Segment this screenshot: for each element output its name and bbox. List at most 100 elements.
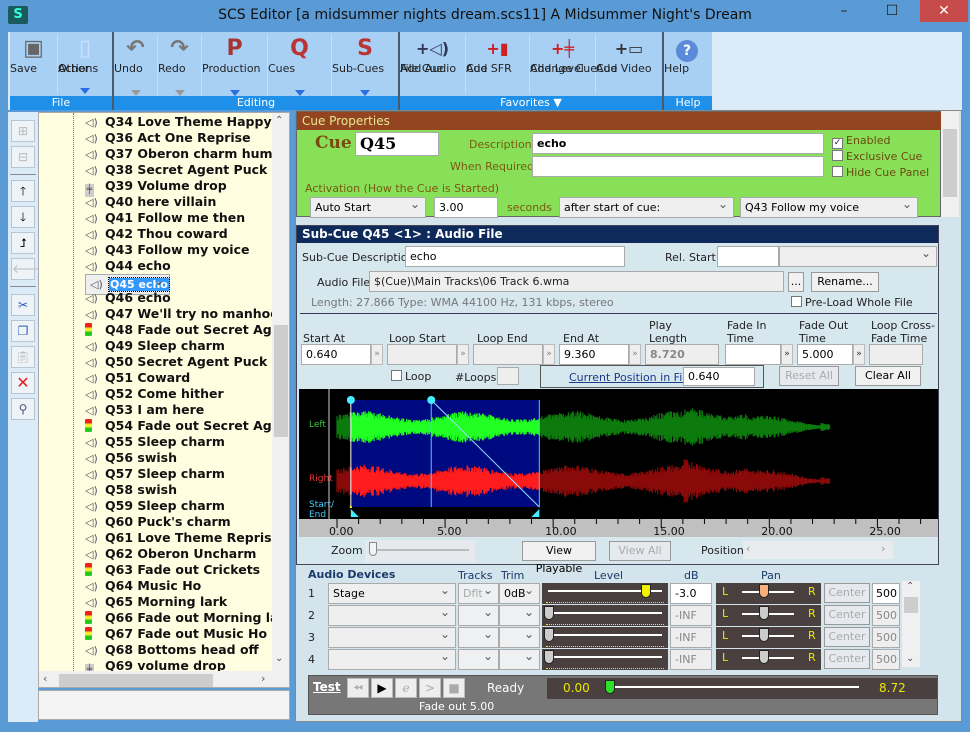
help-button[interactable]: ? Help xyxy=(664,34,710,94)
cue-tree-item[interactable]: ◁) Q40 here villain xyxy=(85,194,217,210)
end-at-input[interactable]: 9.360 xyxy=(559,344,629,365)
pan-center-button[interactable]: Center xyxy=(824,605,870,625)
trim-select[interactable] xyxy=(499,647,540,670)
enabled-checkbox[interactable]: ✓ Enabled xyxy=(832,134,890,149)
pan-value-input[interactable]: 500 xyxy=(872,627,900,648)
activation-relation-select[interactable]: after start of cue: xyxy=(559,195,734,218)
device-select[interactable]: Stage xyxy=(328,581,456,604)
cue-tree-item[interactable]: Q54 Fade out Secret Agent xyxy=(85,418,289,434)
expand-all-button[interactable]: ⊞ xyxy=(11,120,35,142)
cue-description-input[interactable]: echo xyxy=(532,133,824,154)
scroll-right-icon[interactable]: › xyxy=(261,672,265,685)
move-left-button[interactable]: 🡐 xyxy=(11,258,44,280)
copy-button[interactable]: ❐ xyxy=(11,320,35,342)
rel-start-select[interactable] xyxy=(779,244,937,267)
cue-tree-item[interactable]: ◁) Q59 Sleep charm xyxy=(85,498,226,514)
cue-tree-item[interactable]: ◁) Q42 Thou coward xyxy=(85,226,229,242)
add-video-cue-button[interactable]: +▭ Add Video Cue xyxy=(596,34,662,94)
loop-end-input[interactable] xyxy=(473,344,543,365)
move-out-button[interactable]: ⮥ xyxy=(11,232,35,254)
preload-whole-file-checkbox[interactable]: Pre-Load Whole File xyxy=(791,296,913,309)
play-button[interactable]: ▶ xyxy=(371,678,393,698)
cue-tree-item[interactable]: ╪ Q39 Volume drop xyxy=(85,178,228,197)
loops-input[interactable] xyxy=(497,367,519,385)
tracks-select[interactable] xyxy=(458,603,499,626)
move-down-button[interactable]: 🡓 xyxy=(11,206,35,228)
cue-tree-item[interactable]: ◁) Q64 Music Ho xyxy=(85,578,202,594)
pan-thumb[interactable] xyxy=(759,650,769,664)
cue-tree-item[interactable]: ◁) Q50 Secret Agent Puck xyxy=(85,354,268,370)
level-slider[interactable] xyxy=(542,627,668,648)
fade-out-input[interactable]: 5.000 xyxy=(797,344,853,365)
scroll-left-icon[interactable]: ‹ xyxy=(746,542,750,555)
fade-in-arrow-button[interactable]: » xyxy=(781,344,793,365)
cue-tree-item[interactable]: Q48 Fade out Secret Agent xyxy=(85,322,289,338)
device-select[interactable] xyxy=(328,603,456,626)
when-required-input[interactable] xyxy=(532,156,824,177)
current-position-input[interactable]: 0.640 xyxy=(683,367,755,386)
stop-button[interactable]: ■ xyxy=(443,678,465,698)
cue-tree-item[interactable]: ◁) Q34 Love Theme Happy xyxy=(85,114,273,130)
cue-tree-item[interactable]: ◁) Q37 Oberon charm human xyxy=(85,146,289,162)
scroll-thumb[interactable] xyxy=(943,129,957,197)
test-link[interactable]: Test xyxy=(313,680,341,694)
cue-tree-item[interactable]: ◁) Q36 Act One Reprise xyxy=(85,130,252,146)
add-level-change-cue-button[interactable]: +╪ Add Level Change Cue xyxy=(530,34,597,94)
cue-tree-item[interactable]: ◁) Q46 echo xyxy=(85,290,172,306)
level-thumb[interactable] xyxy=(544,628,554,642)
redo-button[interactable]: ↷ Redo xyxy=(158,34,202,96)
level-thumb[interactable] xyxy=(544,650,554,664)
tracks-select[interactable]: Dflt xyxy=(458,581,499,604)
cue-tree-item[interactable]: ◁) Q38 Secret Agent Puck xyxy=(85,162,268,178)
cue-tree-item[interactable]: ◁) Q65 Morning lark xyxy=(85,594,228,610)
scroll-left-icon[interactable]: ‹ xyxy=(43,672,47,685)
db-input[interactable]: -INF xyxy=(670,627,712,648)
scroll-down-icon[interactable]: ⌄ xyxy=(906,653,914,664)
paste-button[interactable]: 📋︎ xyxy=(11,346,35,368)
pan-value-input[interactable]: 500 xyxy=(872,649,900,670)
pan-slider[interactable]: L R xyxy=(716,583,821,604)
trim-select[interactable]: 0dB xyxy=(499,581,540,604)
cue-tree[interactable]: ◁) Q34 Love Theme Happy ◁) Q36 Act One Repr… xyxy=(38,112,290,688)
cue-tree-item[interactable]: ◁) Q43 Follow my voice xyxy=(85,242,250,258)
hide-cue-panel-checkbox[interactable]: Hide Cue Panel xyxy=(832,166,929,179)
trim-select[interactable] xyxy=(499,603,540,626)
audio-file-input[interactable]: $(Cue)\Main Tracks\06 Track 6.wma xyxy=(369,271,784,292)
tree-scroll-thumb[interactable] xyxy=(274,325,288,437)
scroll-thumb[interactable] xyxy=(904,597,918,613)
pan-value-input[interactable]: 500 xyxy=(872,583,900,604)
pan-thumb[interactable] xyxy=(759,584,769,598)
scroll-up-icon[interactable]: ⌃ xyxy=(906,581,914,592)
loop-start-arrow-button[interactable]: » xyxy=(457,344,469,365)
cue-tree-item[interactable]: ◁) Q41 Follow me then xyxy=(85,210,246,226)
cue-tree-item[interactable]: ◁) Q62 Oberon Uncharm xyxy=(85,546,257,562)
maximize-button[interactable]: ☐ xyxy=(868,0,916,22)
browse-file-button[interactable]: ... xyxy=(788,272,804,292)
level-slider[interactable] xyxy=(542,583,668,604)
cue-tree-item[interactable]: ◁) Q60 Puck's charm xyxy=(85,514,232,530)
next-button[interactable]: > xyxy=(419,678,441,698)
cue-tree-item[interactable]: ◁) Q68 Bottoms head off xyxy=(85,642,260,658)
waveform-svg[interactable]: Left Right Start/End xyxy=(299,389,938,520)
tree-hscroll-thumb[interactable] xyxy=(59,674,213,687)
cue-tree-item[interactable]: Q67 Fade out Music Ho xyxy=(85,626,268,642)
cue-properties-scrollbar[interactable] xyxy=(941,111,959,217)
pan-center-button[interactable]: Center xyxy=(824,583,870,603)
pan-center-button[interactable]: Center xyxy=(824,627,870,647)
production-button[interactable]: P Production xyxy=(202,34,268,96)
end-at-arrow-button[interactable]: » xyxy=(629,344,641,365)
activation-cue-select[interactable]: Q43 Follow my voice xyxy=(740,195,918,218)
db-input[interactable]: -INF xyxy=(670,649,712,670)
view-playable-button[interactable]: View Playable xyxy=(522,541,596,575)
start-at-input[interactable]: 0.640 xyxy=(301,344,371,365)
pan-slider[interactable]: L R xyxy=(716,627,821,648)
cue-tree-item[interactable]: Q66 Fade out Morning lark xyxy=(85,610,289,626)
cue-tree-item[interactable]: ◁) Q58 swish xyxy=(85,482,178,498)
add-audio-file-cue-button[interactable]: +◁) Add Audio File Cue xyxy=(400,34,466,94)
move-up-button[interactable]: 🡑 xyxy=(11,180,35,202)
loop-end-arrow-button[interactable]: » xyxy=(543,344,555,365)
rel-start-input[interactable] xyxy=(717,246,779,267)
cut-button[interactable]: ✂ xyxy=(11,294,35,316)
fade-in-input[interactable] xyxy=(725,344,781,365)
pan-center-button[interactable]: Center xyxy=(824,649,870,669)
